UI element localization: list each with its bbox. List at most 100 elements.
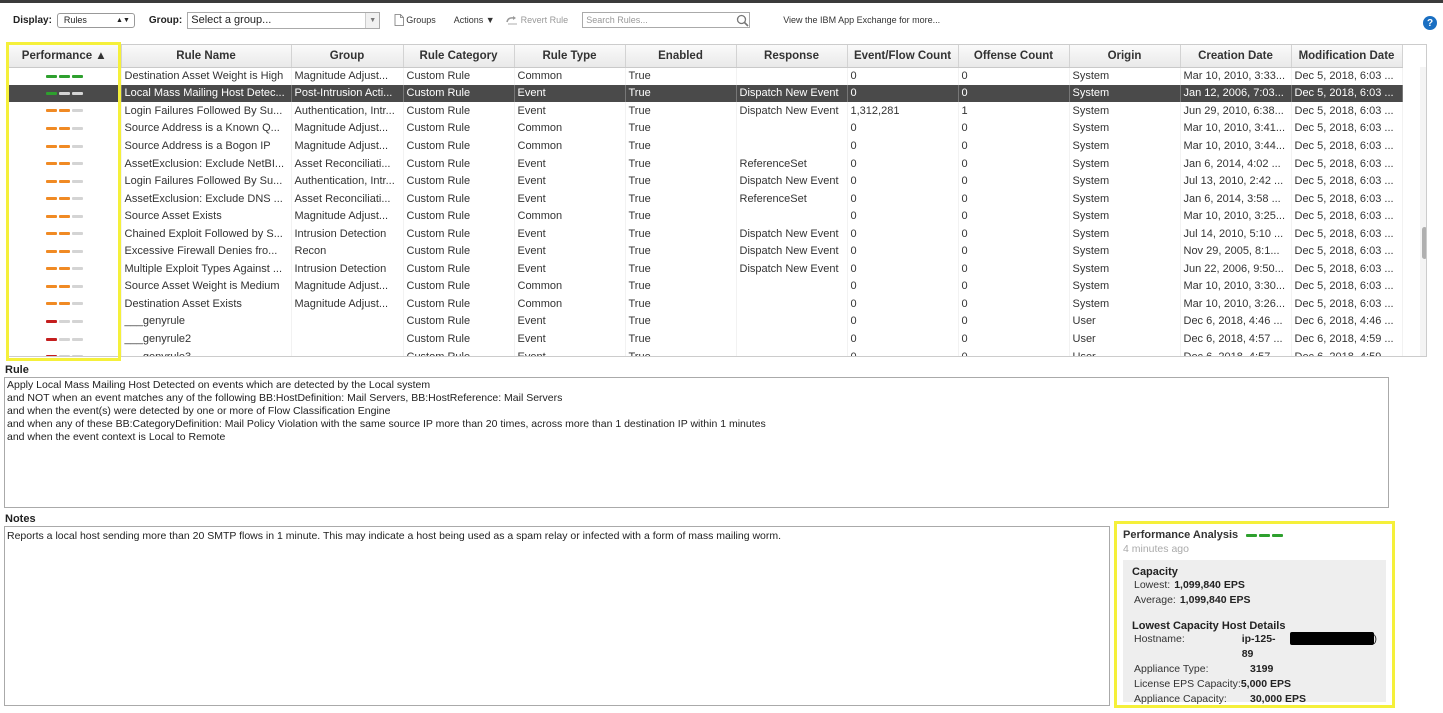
hostname-value: ip-125-89 xyxy=(1241,633,1276,660)
search-placeholder: Search Rules... xyxy=(586,15,648,25)
table-row[interactable]: Source Asset Weight is Medium Magnitude A… xyxy=(8,277,1403,296)
revert-icon xyxy=(505,15,517,25)
cell-type: Event xyxy=(514,330,626,348)
cell-group xyxy=(291,330,404,348)
cell-created: Dec 6, 2018, 4:57 ... xyxy=(1180,330,1292,348)
cell-response: ReferenceSet xyxy=(736,189,848,208)
cell-enabled: True xyxy=(625,172,737,190)
cell-category: Custom Rule xyxy=(403,277,515,296)
cell-category: Custom Rule xyxy=(403,172,515,190)
table-row[interactable]: AssetExclusion: Exclude NetBI... Asset Re… xyxy=(8,154,1403,173)
table-row[interactable]: Local Mass Mailing Host Detec... Post-Int… xyxy=(8,84,1403,103)
column-header[interactable]: Event/Flow Count xyxy=(847,45,959,68)
cell-type: Common xyxy=(514,119,626,138)
cell-created: Jan 6, 2014, 3:58 ... xyxy=(1180,189,1292,208)
rule-line: and NOT when an event matches any of the… xyxy=(7,392,563,404)
cell-enabled: True xyxy=(625,277,737,296)
hostname-label: Hostname: xyxy=(1134,633,1185,645)
cell-category: Custom Rule xyxy=(403,260,515,278)
groups-button[interactable]: Groups xyxy=(394,14,436,26)
display-select[interactable]: Rules ▲▼ xyxy=(56,12,135,28)
table-row[interactable]: ___genyrule2 Custom Rule Event True 0 0 User De… xyxy=(8,330,1403,348)
table-row[interactable]: ___genyrule Custom Rule Event True 0 0 User Dec… xyxy=(8,312,1403,331)
search-icon[interactable] xyxy=(736,14,749,27)
column-header[interactable]: Creation Date xyxy=(1180,45,1292,68)
table-row[interactable]: Excessive Firewall Denies fro... Recon Cus… xyxy=(8,242,1403,261)
help-icon[interactable]: ? xyxy=(1423,16,1437,30)
cell-created: Jan 6, 2014, 4:02 ... xyxy=(1180,154,1292,173)
column-header[interactable]: Enabled xyxy=(625,45,737,68)
cell-modified: Dec 5, 2018, 6:03 ... xyxy=(1291,84,1403,103)
cell-count: 0 xyxy=(847,119,959,138)
table-row[interactable]: Destination Asset Exists Magnitude Adjust… xyxy=(8,295,1403,313)
performance-details: Capacity Lowest: 1,099,840 EPS Average: 1,… xyxy=(1123,560,1386,705)
cell-modified: Dec 5, 2018, 6:03 ... xyxy=(1291,224,1403,243)
appliance-capacity-value: 30,000 EPS xyxy=(1250,693,1307,705)
table-row[interactable]: Login Failures Followed By Su... Authenti… xyxy=(8,102,1403,120)
table-row[interactable]: Source Address is a Known Q... Magnitude … xyxy=(8,119,1403,138)
cell-group: Magnitude Adjust... xyxy=(291,67,404,85)
column-header[interactable]: Rule Type xyxy=(514,45,626,68)
cell-count: 1,312,281 xyxy=(847,102,959,120)
column-header[interactable]: Group xyxy=(291,45,404,68)
rule-text-area[interactable]: Apply Local Mass Mailing Host Detected o… xyxy=(4,377,1389,508)
cell-name: Source Address is a Known Q... xyxy=(121,119,292,138)
cell-offense: 0 xyxy=(958,330,1070,348)
table-scrollbar[interactable] xyxy=(1420,67,1426,356)
table-row[interactable]: ___genyrule3 Custom Rule Event True 0 0 User De… xyxy=(8,347,1403,356)
cell-name: Destination Asset Weight is High xyxy=(121,67,292,85)
cell-group: Authentication, Intr... xyxy=(291,102,404,120)
table-row[interactable]: Source Asset Exists Magnitude Adjust... Cu… xyxy=(8,207,1403,225)
lowest-label: Lowest: xyxy=(1134,579,1171,591)
column-header[interactable]: Origin xyxy=(1069,45,1181,68)
revert-rule-label: Revert Rule xyxy=(520,15,569,25)
rule-label: Rule xyxy=(5,364,29,376)
table-row[interactable]: Login Failures Followed By Su... Authenti… xyxy=(8,172,1403,190)
performance-analysis-panel: Performance Analysis 4 minutes ago Capac… xyxy=(1114,521,1395,708)
cell-origin: User xyxy=(1069,347,1181,356)
cell-name: Chained Exploit Followed by S... xyxy=(121,224,292,243)
cell-name: Excessive Firewall Denies fro... xyxy=(121,242,292,261)
rule-line: and when the event(s) were detected by o… xyxy=(7,405,391,417)
scroll-thumb[interactable] xyxy=(1422,227,1426,259)
cell-created: Mar 10, 2010, 3:33... xyxy=(1180,67,1292,85)
table-row[interactable]: Multiple Exploit Types Against ... Intrus… xyxy=(8,260,1403,278)
cell-group: Asset Reconciliati... xyxy=(291,154,404,173)
column-header[interactable]: Response xyxy=(736,45,848,68)
cell-origin: System xyxy=(1069,119,1181,138)
group-select[interactable]: Select a group... ▼ xyxy=(187,11,381,29)
cell-origin: System xyxy=(1069,242,1181,261)
cell-name: AssetExclusion: Exclude NetBI... xyxy=(121,154,292,173)
cell-created: Mar 10, 2010, 3:26... xyxy=(1180,295,1292,313)
revert-rule-button[interactable]: Revert Rule xyxy=(505,15,569,26)
actions-menu[interactable]: Actions ▼ xyxy=(454,15,495,25)
table-row[interactable]: Chained Exploit Followed by S... Intrusio… xyxy=(8,224,1403,243)
notes-text: Reports a local host sending more than 2… xyxy=(7,530,782,542)
cell-response: ReferenceSet xyxy=(736,154,848,173)
hostname-close: ) xyxy=(1373,633,1378,645)
cell-count: 0 xyxy=(847,67,959,85)
cell-created: Jun 29, 2010, 6:38... xyxy=(1180,102,1292,120)
column-header[interactable]: Rule Name xyxy=(121,45,292,68)
column-header[interactable]: Offense Count xyxy=(958,45,1070,68)
cell-enabled: True xyxy=(625,207,737,225)
cell-modified: Dec 5, 2018, 6:03 ... xyxy=(1291,260,1403,278)
cell-count: 0 xyxy=(847,242,959,261)
cell-group: Post-Intrusion Acti... xyxy=(291,84,404,103)
notes-text-area[interactable]: Reports a local host sending more than 2… xyxy=(4,526,1110,706)
app-exchange-link[interactable]: View the IBM App Exchange for more... xyxy=(783,15,940,25)
search-input[interactable]: Search Rules... xyxy=(582,12,751,28)
chevron-down-icon[interactable]: ▼ xyxy=(365,12,380,28)
table-row[interactable]: AssetExclusion: Exclude DNS ... Asset Rec… xyxy=(8,189,1403,208)
cell-category: Custom Rule xyxy=(403,137,515,155)
cell-group: Authentication, Intr... xyxy=(291,172,404,190)
column-header[interactable]: Rule Category xyxy=(403,45,515,68)
cell-group: Magnitude Adjust... xyxy=(291,295,404,313)
column-header[interactable]: Modification Date xyxy=(1291,45,1403,68)
cell-enabled: True xyxy=(625,242,737,261)
cell-created: Jul 14, 2010, 5:10 ... xyxy=(1180,224,1292,243)
cell-origin: User xyxy=(1069,312,1181,331)
table-row[interactable]: Source Address is a Bogon IP Magnitude Ad… xyxy=(8,137,1403,155)
table-row[interactable]: Destination Asset Weight is High Magnitud… xyxy=(8,67,1403,85)
cell-enabled: True xyxy=(625,295,737,313)
